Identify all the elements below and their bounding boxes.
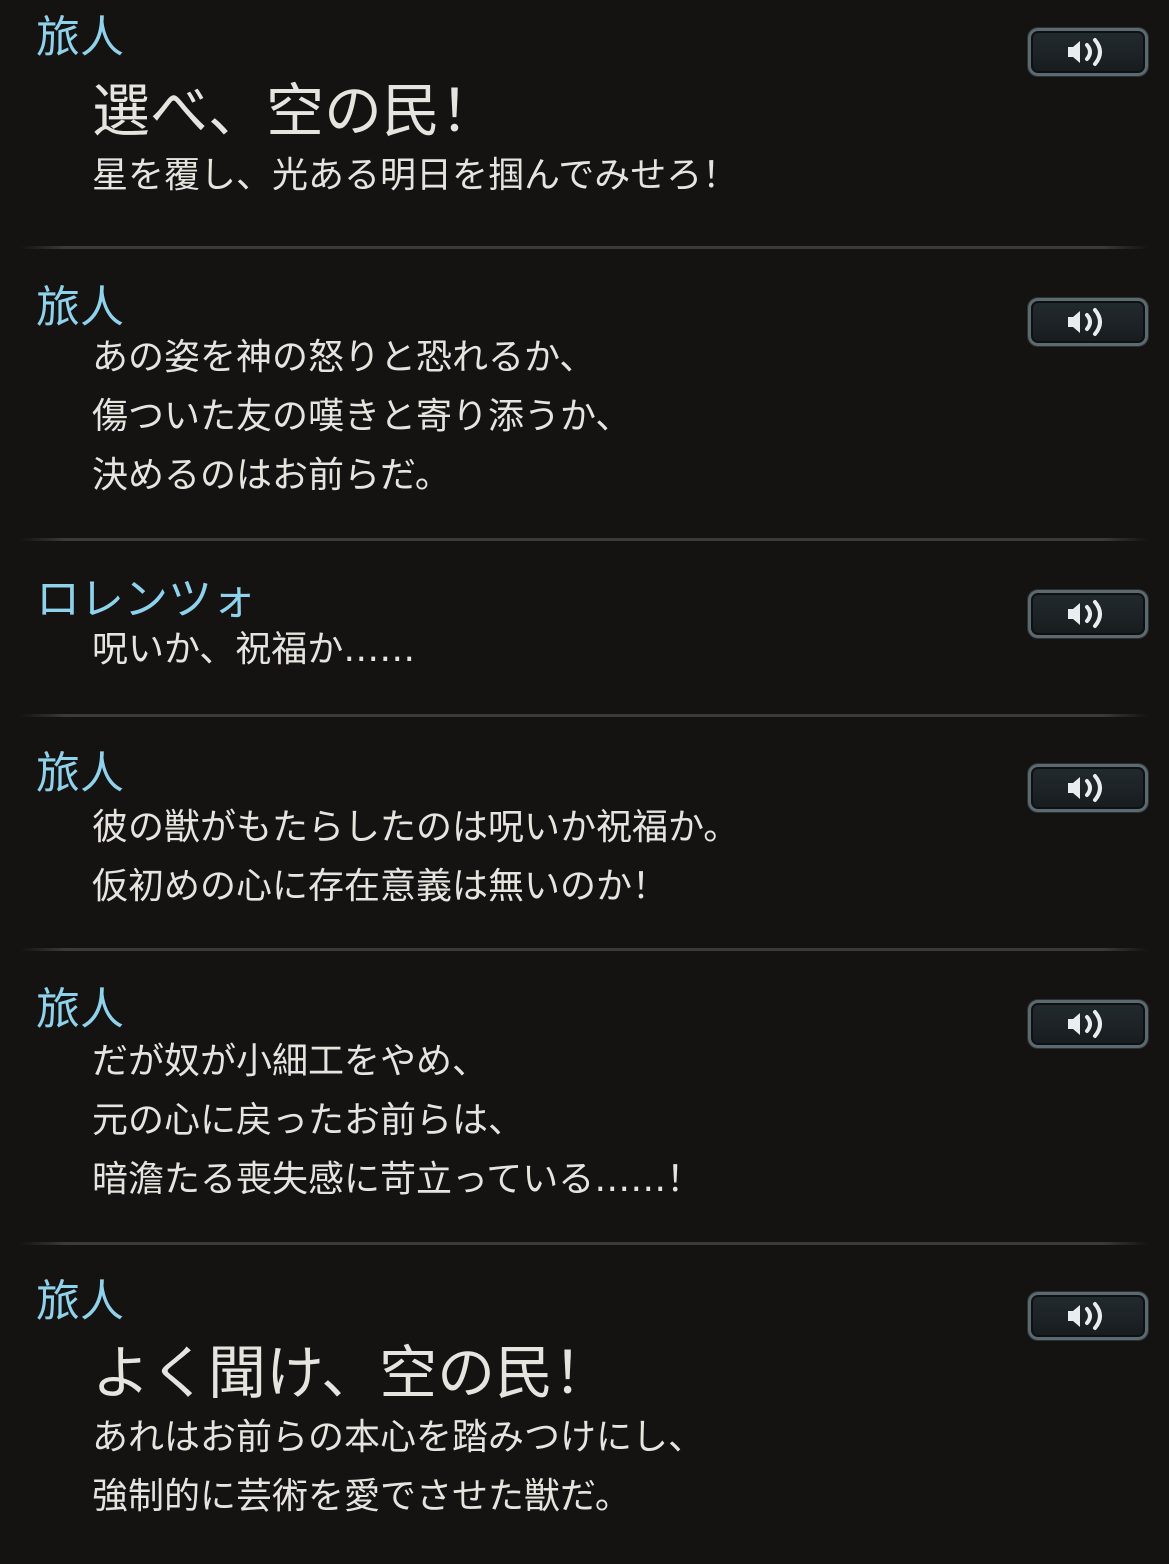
dialogue-line: 決めるのはお前らだ。: [92, 455, 451, 496]
dialogue-line: 星を覆し、光ある明日を掴んでみせろ！: [92, 155, 739, 196]
dialogue-line: 傷ついた友の嘆きと寄り添うか、: [92, 396, 632, 437]
speaker-icon: [1068, 308, 1102, 336]
dialogue-lines: だが奴が小細工をやめ、 元の心に戻ったお前らは、 暗澹たる喪失感に苛立っている……: [92, 1032, 702, 1209]
entry-divider: [20, 948, 1148, 951]
dialogue-line: 強制的に芸術を愛でさせた獣だ。: [92, 1476, 631, 1517]
voice-replay-button[interactable]: [1028, 298, 1148, 346]
dialogue-line: 元の心に戻ったお前らは、: [92, 1100, 525, 1141]
dialogue-lines: よく聞け、空の民！ あれはお前らの本心を踏みつけにし、 強制的に芸術を愛でさせた…: [92, 1336, 704, 1526]
dialogue-line: あの姿を神の怒りと恐れるか、: [92, 337, 596, 378]
voice-replay-button[interactable]: [1028, 1292, 1148, 1340]
speaker-name: 旅人: [36, 984, 124, 1035]
speaker-name: 旅人: [36, 1276, 124, 1327]
speaker-icon: [1068, 1010, 1102, 1038]
dialogue-line: よく聞け、空の民！: [92, 1339, 612, 1407]
voice-replay-button[interactable]: [1028, 764, 1148, 812]
entry-divider: [20, 714, 1148, 717]
dialogue-lines: 彼の獣がもたらしたのは呪いか祝福か。 仮初めの心に存在意義は無いのか！: [92, 798, 739, 916]
speaker-name: 旅人: [36, 12, 124, 63]
dialogue-line: だが奴が小細工をやめ、: [92, 1041, 489, 1082]
dialogue-log[interactable]: 旅人 選べ、空の民！ 星を覆し、光ある明日を掴んでみせろ！ 旅人 あの姿を神の怒…: [0, 0, 1169, 1564]
dialogue-lines: あの姿を神の怒りと恐れるか、 傷ついた友の嘆きと寄り添うか、 決めるのはお前らだ…: [92, 328, 631, 505]
entry-divider: [20, 538, 1148, 541]
voice-replay-button[interactable]: [1028, 590, 1148, 638]
dialogue-line: 暗澹たる喪失感に苛立っている……！: [92, 1159, 703, 1200]
dialogue-line: 選べ、空の民！: [92, 77, 499, 145]
voice-replay-button[interactable]: [1028, 28, 1148, 76]
speaker-icon: [1068, 774, 1102, 802]
dialogue-lines: 呪いか、祝福か……: [92, 620, 415, 679]
speaker-icon: [1068, 38, 1102, 66]
speaker-icon: [1068, 1302, 1102, 1330]
dialogue-line: 彼の獣がもたらしたのは呪いか祝福か。: [92, 807, 740, 848]
entry-divider: [20, 1242, 1148, 1245]
dialogue-lines: 選べ、空の民！ 星を覆し、光ある明日を掴んでみせろ！: [92, 74, 738, 205]
dialogue-line: あれはお前らの本心を踏みつけにし、: [92, 1417, 705, 1458]
dialogue-line: 呪いか、祝福か……: [92, 629, 416, 670]
dialogue-line: 仮初めの心に存在意義は無いのか！: [92, 866, 669, 907]
speaker-name: 旅人: [36, 748, 124, 799]
voice-replay-button[interactable]: [1028, 1000, 1148, 1048]
speaker-icon: [1068, 600, 1102, 628]
entry-divider: [20, 246, 1148, 249]
